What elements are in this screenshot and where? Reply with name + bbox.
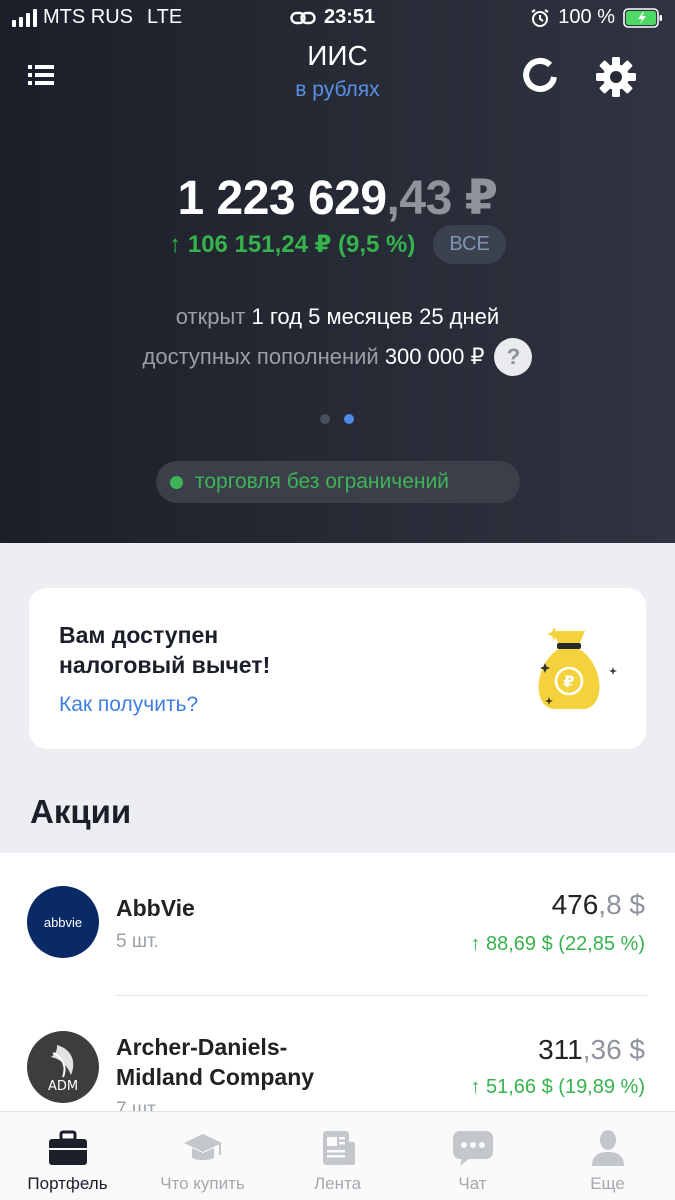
stock-name-line2: Midland Company [116,1064,315,1090]
page-indicator [320,414,354,424]
how-to-get-link[interactable]: Как получить? [59,693,198,717]
tax-card-title-line2: налоговый вычет! [59,652,271,678]
battery-percent: 100 % [558,6,615,28]
gear-icon[interactable] [595,56,637,98]
tab-feed[interactable]: Лента [270,1112,405,1200]
adm-leaf-icon: ADM [48,1045,78,1094]
link-icon [290,11,316,24]
tab-portfolio[interactable]: Портфель [0,1112,135,1200]
stock-quantity: 7 шт. [116,1099,159,1111]
stock-name-line1: Archer-Daniels- [116,1034,288,1060]
adm-logo: ADM [27,1031,99,1103]
portfolio-balance: 1 223 629,43 ₽ [0,170,675,226]
available-deposits: доступных пополнений 300 000 ₽ ? [0,338,675,376]
money-bag-icon: ₽ [538,627,617,709]
tab-label: Что купить [160,1174,245,1193]
stock-quantity: 5 шт. [116,931,159,952]
stocks-list: abbvie AbbVie 5 шт. 476,8 $ ↑ 88,69 $ (2… [0,853,675,1111]
account-title[interactable]: ИИС [0,40,675,72]
price-frac: ,36 $ [582,1034,645,1065]
tax-deduction-card[interactable]: Вам доступен налоговый вычет! Как получи… [29,588,646,749]
trading-status-text: торговля без ограничений [195,470,449,493]
clock: 23:51 [324,6,376,28]
newspaper-icon [322,1131,355,1165]
tab-what-to-buy[interactable]: Что купить [135,1112,270,1200]
price-frac: ,8 $ [598,889,645,920]
alarm-icon [531,8,549,27]
help-button[interactable]: ? [494,338,533,376]
status-dot-icon [170,475,183,489]
svg-text:₽: ₽ [563,672,574,691]
balance-fraction: ,43 ₽ [386,172,498,225]
network-label: LTE [147,6,183,28]
tab-chat[interactable]: Чат [405,1112,540,1200]
price-int: 476 [551,889,599,920]
stocks-section-title: Акции [30,793,132,830]
top-navigation: ИИС в рублях [0,36,675,116]
opened-label: открыт [175,304,246,329]
period-all-button[interactable]: ВСЕ [433,225,506,264]
change-row: ↑ 106 151,24 ₽ (9,5 %) ВСЕ [0,225,675,264]
account-opened: открыт 1 год 5 месяцев 25 дней [0,304,675,330]
tab-label: Портфель [27,1174,108,1193]
graduation-cap-icon [183,1134,222,1160]
adm-logo-text: ADM [48,1079,78,1094]
deposits-label: доступных пополнений [142,344,379,369]
chat-bubble-icon [452,1131,493,1166]
balance-main: 1 223 629 [177,172,387,225]
tab-label: Еще [590,1174,625,1193]
opened-value: 1 год 5 месяцев 25 дней [251,304,500,329]
status-bar: MTS RUS LTE 23:51 100 % [0,0,675,36]
stock-name: AbbVie [116,895,195,921]
carrier-label: MTS RUS [43,6,133,28]
stock-name: Archer-Daniels- Midland Company [116,1032,314,1092]
row-divider [116,995,647,996]
portfolio-header: MTS RUS LTE 23:51 100 % ИИС в рублях 1 2… [0,0,675,543]
stock-gain: ↑ 51,66 $ (19,89 %) [470,1076,645,1098]
refresh-icon[interactable] [520,56,560,96]
battery-charging-icon [623,7,662,28]
tab-more[interactable]: Еще [540,1112,675,1200]
trading-status-badge: торговля без ограничений [156,461,520,503]
user-icon [591,1130,624,1166]
stock-gain: ↑ 88,69 $ (22,85 %) [470,933,645,955]
stock-price: 311,36 $ [538,1034,645,1066]
deposits-value: 300 000 ₽ [384,344,485,369]
tax-card-title: Вам доступен налоговый вычет! [59,620,270,680]
stock-price: 476,8 $ [552,889,645,921]
price-int: 311 [538,1034,583,1065]
tab-label: Лента [313,1174,362,1193]
portfolio-change: ↑ 106 151,24 ₽ (9,5 %) [169,231,416,258]
tab-bar: Портфель Что купить Лента Чат Еще [0,1111,675,1200]
tab-label: Чат [458,1174,487,1193]
signal-icon [12,8,37,27]
briefcase-icon [48,1130,87,1165]
tax-card-title-line1: Вам доступен [59,622,219,648]
page-dot-active [344,414,354,424]
currency-selector[interactable]: в рублях [0,78,675,102]
abbvie-logo-text: abbvie [43,914,83,930]
abbvie-logo: abbvie [27,886,99,958]
page-dot [320,414,330,424]
